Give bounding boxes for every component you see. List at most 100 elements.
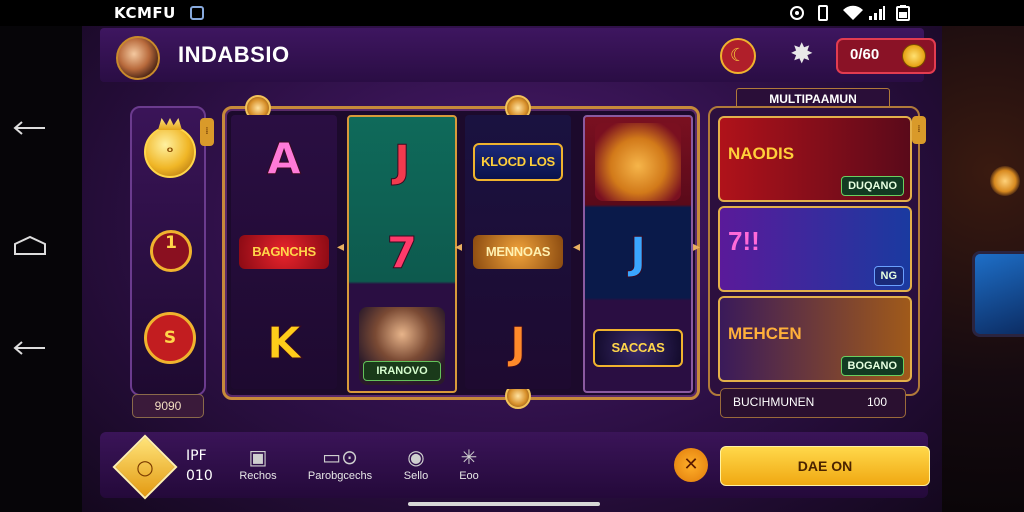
top-bar: INDABSIO ☾ ✸ 0/60 bbox=[100, 28, 936, 82]
game-tile-1-chip: DUQANO bbox=[841, 176, 904, 196]
game-tile-2-title: 7!! bbox=[728, 226, 760, 256]
reel-1: A BAGNCHS K bbox=[231, 115, 337, 389]
round-1-label: 1 bbox=[165, 233, 177, 253]
chevron-left-icon: ◂ bbox=[455, 239, 463, 255]
background-casino-scene bbox=[942, 26, 1024, 512]
search-diamond-button[interactable]: ○ bbox=[112, 434, 178, 500]
symbol-letter-k: K bbox=[266, 318, 302, 370]
ipf-indicator: IPF 010 bbox=[186, 446, 213, 486]
game-tile-2[interactable]: 7!! NG bbox=[718, 206, 912, 292]
avatar[interactable] bbox=[116, 36, 160, 80]
recent-apps-icon[interactable] bbox=[12, 338, 48, 363]
game-tile-3-title: MEHCEN bbox=[728, 324, 802, 343]
bottom-bar: ○ IPF 010 ▣ Rechos ▭⊙ Parobgcechs ◉ Sell… bbox=[100, 432, 930, 500]
reel-3-symbol-1: KLOCD LOS bbox=[465, 115, 571, 205]
nav-item-rechos[interactable]: ▣ Rechos bbox=[234, 444, 282, 482]
nav-item-label: Rechos bbox=[239, 470, 277, 482]
game-tile-3[interactable]: MEHCEN BOGANO bbox=[718, 296, 912, 382]
reel-1-symbol-3: K bbox=[231, 299, 337, 389]
reel-3-symbol-2: MENNOAS bbox=[465, 207, 571, 297]
round-2-button[interactable]: S bbox=[144, 312, 196, 364]
symbol-letter-j: J bbox=[509, 318, 527, 370]
round-2-label: S bbox=[163, 328, 177, 348]
reel-2-symbol-1: J bbox=[349, 117, 455, 207]
ipf-value: 010 bbox=[186, 468, 213, 484]
data-saver-icon bbox=[190, 5, 204, 21]
close-icon[interactable]: ✕ bbox=[674, 448, 708, 482]
jackpot-bar: BUCIHMUNEN 100 bbox=[720, 388, 906, 418]
vibrate-icon bbox=[816, 5, 830, 21]
reel-4-symbol-1 bbox=[585, 117, 691, 207]
chat-icon: ◉ bbox=[407, 445, 425, 469]
system-nav-bar bbox=[0, 26, 82, 512]
symbol-label-klocd-los: KLOCD LOS bbox=[473, 143, 563, 181]
jackpot-value: 100 bbox=[866, 395, 887, 409]
dog-mascot-portrait bbox=[595, 123, 681, 201]
symbol-label-mennoas: MENNOAS bbox=[473, 235, 563, 269]
reel-2-symbol-3: IRANOVO bbox=[349, 301, 455, 391]
chevron-left-icon: ◂ bbox=[337, 239, 345, 255]
reel-2-symbol-2: 7 bbox=[349, 209, 455, 299]
symbol-letter-j: J bbox=[629, 228, 647, 280]
back-icon[interactable] bbox=[12, 118, 48, 143]
crown-coin-label: ᴼ bbox=[166, 145, 174, 159]
crown-coin-icon[interactable]: ᴼ bbox=[144, 126, 196, 178]
chevron-right-icon: ▸ bbox=[693, 239, 701, 255]
camera-icon: ▣ bbox=[248, 445, 268, 469]
status-bar: KCMFU bbox=[0, 0, 1024, 26]
symbol-letter-j: J bbox=[393, 136, 411, 188]
round-1-button[interactable]: 1 bbox=[150, 230, 192, 272]
home-indicator[interactable] bbox=[408, 502, 600, 506]
spin-button[interactable]: DAE ON bbox=[720, 446, 930, 486]
reel-1-symbol-2: BAGNCHS bbox=[231, 207, 337, 297]
featured-games-panel: NAODIS DUQANO 7!! NG MEHCEN BOGANO bbox=[708, 106, 920, 396]
lamp-light bbox=[990, 166, 1020, 196]
symbol-label-saccas: SACCAS bbox=[593, 329, 683, 367]
sparkle-icon: ✳ bbox=[460, 445, 478, 469]
right-panel-tab[interactable]: ⁞ bbox=[912, 116, 926, 144]
ipf-label: IPF bbox=[186, 448, 207, 464]
slot-machine-screen bbox=[972, 251, 1024, 337]
game-tile-1[interactable]: NAODIS DUQANO bbox=[718, 116, 912, 202]
character-name-chip: IRANOVO bbox=[363, 361, 441, 381]
coin-balance-value: 0/60 bbox=[850, 46, 880, 63]
game-tile-2-chip: NG bbox=[873, 266, 904, 286]
jackpot-label: BUCIHMUNEN bbox=[733, 395, 815, 409]
symbol-letter-a: A bbox=[266, 134, 302, 186]
left-column-badge: 9090 bbox=[132, 394, 204, 418]
record-icon bbox=[788, 5, 806, 21]
page-title: INDABSIO bbox=[178, 42, 290, 67]
wifi-icon bbox=[842, 5, 864, 21]
home-icon[interactable] bbox=[12, 234, 48, 261]
reel-2: J 7 IRANOVO bbox=[347, 115, 457, 393]
reel-3-symbol-3: J bbox=[465, 299, 571, 389]
nav-item-eoo[interactable]: ✳ Eoo bbox=[454, 444, 484, 482]
nav-item-label: Eoo bbox=[459, 470, 479, 482]
slot-reels: A BAGNCHS K J 7 IRANOVO KLOCD LOS MENNOA… bbox=[222, 95, 701, 409]
game-tile-3-chip: BOGANO bbox=[840, 356, 904, 376]
symbol-label-bagnchs: BAGNCHS bbox=[239, 235, 329, 269]
reel-4-symbol-2: J bbox=[585, 209, 691, 299]
coin-icon bbox=[902, 44, 926, 68]
nav-item-label: Parobgcechs bbox=[307, 470, 373, 482]
reel-4-symbol-3: SACCAS bbox=[585, 301, 691, 391]
chevron-left-icon: ◂ bbox=[573, 239, 581, 255]
game-screen: INDABSIO ☾ ✸ 0/60 ᴼ 1 S ⁞ 9090 A BAGNCHS… bbox=[82, 26, 942, 512]
nav-item-parobgcechs[interactable]: ▭⊙ Parobgcechs bbox=[304, 444, 376, 482]
left-bonus-column: ᴼ 1 S bbox=[130, 106, 206, 396]
left-column-tab[interactable]: ⁞ bbox=[200, 118, 214, 146]
star-badge-icon[interactable]: ✸ bbox=[790, 36, 813, 72]
game-tile-1-title: NAODIS bbox=[728, 144, 795, 163]
signal-icon bbox=[868, 5, 886, 21]
symbol-seven: 7 bbox=[386, 228, 418, 280]
carrier-label: KCMFU bbox=[114, 4, 176, 22]
nav-item-label: Sello bbox=[403, 470, 429, 482]
battery-icon bbox=[894, 5, 912, 21]
nav-item-sello[interactable]: ◉ Sello bbox=[400, 444, 432, 482]
moon-icon[interactable]: ☾ bbox=[720, 38, 756, 74]
reel-3: KLOCD LOS MENNOAS J bbox=[465, 115, 571, 389]
character-portrait: IRANOVO bbox=[359, 307, 445, 385]
reel-1-symbol-1: A bbox=[231, 115, 337, 205]
reel-4: J SACCAS bbox=[583, 115, 693, 393]
coin-balance[interactable]: 0/60 bbox=[836, 38, 936, 74]
